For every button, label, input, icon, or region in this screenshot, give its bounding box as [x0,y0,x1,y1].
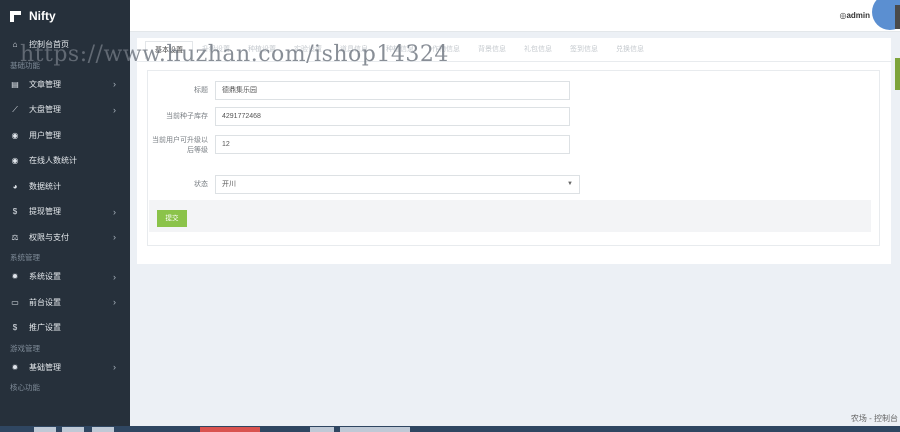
dollar-icon: $ [12,207,18,217]
taskbar-item[interactable] [340,427,410,432]
balance-icon: ⚖ [11,232,19,242]
submit-button[interactable]: 提交 [157,210,187,227]
status-select-value: 开川 [222,181,236,188]
sidebar-item[interactable]: ▭ 前台设置 › [0,290,130,316]
sidebar-nav: ⌂ 控制台首页 基础功能 ▤ 文章管理 › ⟋ 大盘管理 › ◉ 用户管理 ◉ 在线人数统计 ◕ 数据统计 $… [0,32,130,394]
level-input[interactable]: 12 [215,135,570,154]
watermark-text: https://www.huzhan.com/ishop14324 [20,42,449,67]
taskbar-item[interactable] [62,427,84,432]
user-icon: ◉ [11,130,19,140]
admin-user-menu[interactable]: ◎admin [839,11,870,20]
tab-7[interactable]: 背景信息 [469,41,515,59]
sidebar-item-label: 前台设置 [29,297,61,307]
chevron-right-icon: › [113,104,116,115]
sidebar-item[interactable]: ◉ 在线人数统计 [0,148,130,174]
tab-10[interactable]: 兑换信息 [607,41,653,59]
tab-9[interactable]: 签到信息 [561,41,607,59]
sidebar-item-label: 权限与支付 [29,232,69,242]
chevron-right-icon: › [113,297,116,308]
sidebar-item-label: 大盘管理 [29,105,61,115]
chevron-right-icon: › [113,232,116,243]
chart-icon: ⟋ [12,104,18,114]
sidebar-item[interactable]: ⟋ 大盘管理 › [0,97,130,123]
sidebar-section-heading: 系统管理 [10,253,40,262]
sidebar-item-label: 系统设置 [29,272,61,282]
dollar-icon: $ [12,323,18,333]
sidebar-section-heading: 核心功能 [10,383,40,392]
sidebar-item[interactable]: ◕ 数据统计 [0,174,130,200]
title-label: 标题 [194,87,208,94]
tab-8[interactable]: 礼包信息 [515,41,561,59]
chevron-right-icon: › [113,362,116,373]
taskbar-item[interactable] [92,427,114,432]
taskbar-item[interactable] [200,427,260,432]
sidebar-item[interactable]: ✹ 系统设置 › [0,264,130,290]
form-footer [149,200,871,232]
brand-name: Nifty [29,9,56,23]
chevron-right-icon: › [113,79,116,90]
sidebar-item-label: 推广设置 [29,323,61,333]
sidebar-item[interactable]: ✹ 基础管理 › [0,355,130,381]
chevron-right-icon: › [113,206,116,217]
pie-chart-icon: ◕ [12,181,18,191]
sidebar-item-label: 用户管理 [29,130,61,140]
edge-block [895,5,900,29]
sidebar-item[interactable]: ◉ 用户管理 [0,123,130,149]
admin-username: admin [846,11,870,20]
monitor-icon: ▭ [11,297,19,307]
seed-input[interactable]: 4291772468 [215,107,570,126]
sidebar-item[interactable]: $ 推广设置 [0,315,130,341]
seed-label: 当前种子库存 [166,113,208,120]
home-icon: ⌂ [12,40,18,50]
chevron-down-icon: ▼ [567,181,573,187]
taskbar-item[interactable] [34,427,56,432]
brand[interactable]: Nifty [0,0,130,32]
document-icon: ▤ [11,79,19,89]
sidebar-item[interactable]: ▤ 文章管理 › [0,72,130,98]
sidebar-item-label: 数据统计 [29,181,61,191]
online-icon: ◉ [11,156,19,166]
chevron-right-icon: › [113,271,116,282]
sidebar-item-label: 在线人数统计 [29,156,77,166]
gear-icon: ✹ [11,272,19,282]
status-label: 状态 [194,181,208,188]
taskbar-item[interactable] [310,427,334,432]
footer-text: 农场 - 控制台 [850,414,898,423]
sidebar-item-label: 文章管理 [29,79,61,89]
status-select[interactable]: 开川 ▼ [215,175,580,194]
sidebar-section-heading: 游戏管理 [10,343,40,353]
level-label: 当前用户可升级以后等级 [152,137,208,154]
os-taskbar [0,426,900,432]
logo-icon [10,10,21,22]
title-input[interactable]: 德鼎集乐园 [215,81,570,100]
sidebar-item[interactable]: $ 提现管理 › [0,199,130,225]
top-header: ◎admin [130,0,900,32]
main-panel: 基本设置 升级设置 种植设置 实验设置 道具信息 种植信息 作物信息 背景信息 礼包信息 签到信息… [137,38,891,264]
edge-strip [895,0,900,100]
sidebar-item[interactable]: ⚖ 权限与支付 › [0,225,130,251]
gear-icon: ✹ [11,362,19,372]
sidebar-item-label: 提现管理 [29,207,61,217]
edge-block [895,58,900,90]
sidebar-item-label: 基础管理 [29,362,61,372]
